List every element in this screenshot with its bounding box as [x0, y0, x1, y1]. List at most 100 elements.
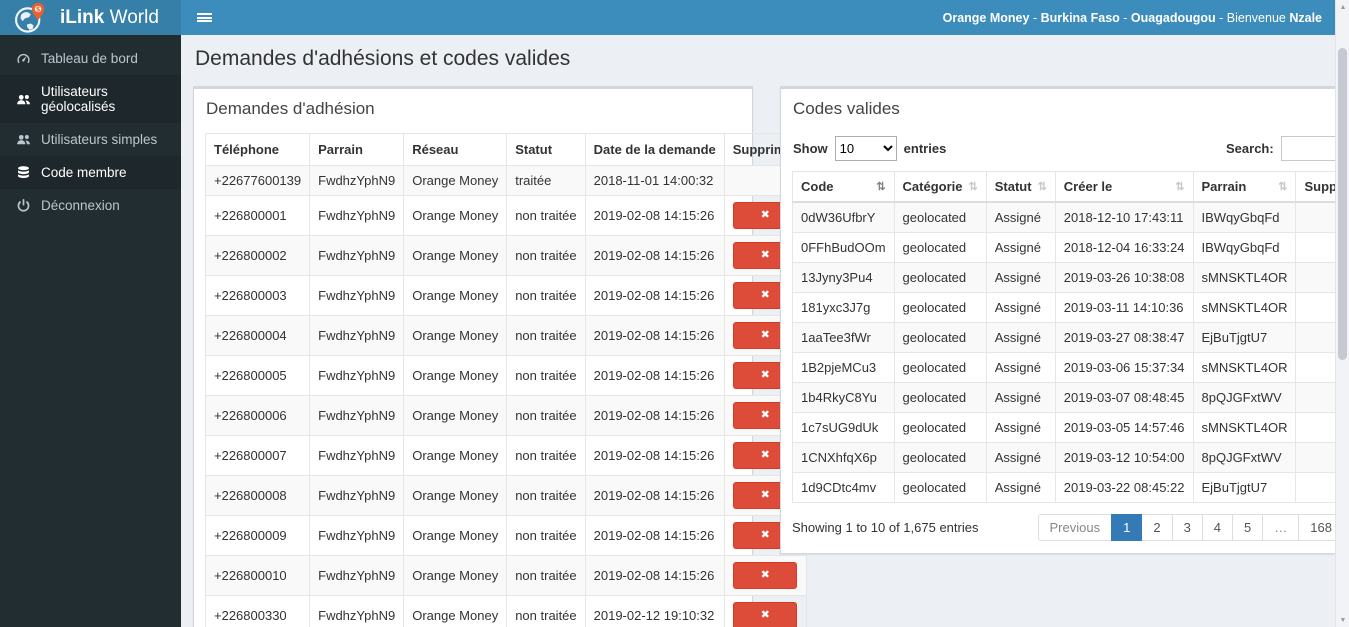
page-button-1[interactable]: 1 [1111, 514, 1143, 541]
network-cell: Orange Money [403, 435, 508, 476]
sidebar-item-label: Utilisateurs simples [41, 132, 158, 147]
category-cell: geolocated [893, 322, 987, 353]
entries-label: entries [903, 141, 947, 156]
status-cell: non traitée [506, 475, 586, 516]
main-content: Demandes d'adhésions et codes valides De… [181, 35, 1335, 627]
pagination: Previous 1 2 3 4 5 … 168 Next [1037, 514, 1335, 541]
delete-cell [1295, 382, 1335, 413]
table-row: +226800330 FwdhzYphN9 Orange Money non t… [204, 595, 807, 627]
x-icon: ✖ [760, 289, 770, 301]
parrain-cell: FwdhzYphN9 [309, 475, 405, 516]
category-cell: geolocated [893, 442, 987, 473]
code-cell: 0dW36UfbrY [792, 201, 895, 233]
parrain-cell: FwdhzYphN9 [309, 235, 405, 276]
code-cell: 13Jyny3Pu4 [792, 262, 895, 293]
column-header-created[interactable]: Créer le ⇅ [1054, 171, 1194, 203]
page-button-4[interactable]: 4 [1201, 514, 1234, 541]
network-cell: Orange Money [403, 275, 508, 316]
table-row: 1d9CDtc4mv geolocated Assigné 2019-03-22… [792, 472, 1335, 503]
category-cell: geolocated [893, 352, 987, 383]
brand-title: iLink World [60, 6, 159, 28]
delete-button[interactable]: ✖ [733, 562, 798, 589]
date-cell: 2019-02-08 14:15:26 [584, 515, 725, 556]
page-length-select[interactable]: 10 [834, 136, 897, 161]
created-cell: 2019-03-11 14:10:36 [1054, 292, 1194, 323]
code-cell: 1d9CDtc4mv [792, 472, 895, 503]
created-cell: 2019-03-06 15:37:34 [1054, 352, 1194, 383]
column-header-status[interactable]: Statut ⇅ [985, 171, 1056, 203]
status-cell: non traitée [506, 435, 586, 476]
globe-pin-logo-icon: $ [14, 2, 48, 35]
brand-link[interactable]: $ iLink World [0, 0, 181, 35]
page-button-168[interactable]: 168 [1298, 514, 1335, 541]
status-cell: traitée [506, 165, 586, 196]
scroll-up-icon[interactable]: ▲ [1336, 0, 1349, 14]
status-cell: Assigné [985, 412, 1056, 443]
table-row: +226800005 FwdhzYphN9 Orange Money non t… [204, 355, 807, 396]
delete-cell [1295, 442, 1335, 473]
date-cell: 2019-02-08 14:15:26 [584, 315, 725, 356]
status-cell: Assigné [985, 322, 1056, 353]
network-cell: Orange Money [403, 235, 508, 276]
status-cell: non traitée [506, 355, 586, 396]
delete-cell [1295, 201, 1335, 233]
scrollbar-track[interactable]: ▲ ▼ [1335, 0, 1349, 627]
category-cell: geolocated [893, 201, 987, 233]
parrain-cell: FwdhzYphN9 [309, 555, 405, 596]
status-cell: non traitée [506, 315, 586, 356]
table-row: +226800009 FwdhzYphN9 Orange Money non t… [204, 515, 807, 556]
column-header-delete[interactable]: Supprimer⇅ [1295, 171, 1335, 203]
scrollbar-thumb[interactable] [1338, 48, 1347, 360]
category-cell: geolocated [893, 262, 987, 293]
sidebar: Tableau de bord Utilisateurs géolocalisé… [0, 35, 181, 627]
parrain-cell: sMNSKTL4OR [1192, 412, 1297, 443]
page-button-3[interactable]: 3 [1171, 514, 1203, 541]
sidebar-item-simple-users[interactable]: Utilisateurs simples [0, 123, 181, 156]
sidebar-item-geolocated-users[interactable]: Utilisateurs géolocalisés [0, 75, 181, 123]
sidebar-item-member-code[interactable]: Code membre [0, 156, 181, 189]
hamburger-icon [197, 11, 212, 23]
table-row: +226800006 FwdhzYphN9 Orange Money non t… [204, 395, 807, 436]
delete-button[interactable]: ✖ [733, 602, 798, 627]
phone-cell: +226800004 [204, 315, 311, 356]
column-header-category[interactable]: Catégorie ⇅ [893, 171, 987, 203]
code-cell: 1CNXhfqX6p [792, 442, 895, 473]
phone-cell: +226800005 [204, 355, 311, 396]
delete-cell [1295, 412, 1335, 443]
network-cell: Orange Money [403, 475, 508, 516]
requests-panel-title: Demandes d'adhésion [206, 99, 375, 118]
category-cell: geolocated [893, 412, 987, 443]
sidebar-item-dashboard[interactable]: Tableau de bord [0, 42, 181, 75]
parrain-cell: EjBuTjgtU7 [1192, 472, 1297, 503]
delete-cell [1295, 292, 1335, 323]
users-icon [15, 132, 31, 147]
created-cell: 2018-12-04 16:33:24 [1054, 232, 1194, 263]
parrain-cell: FwdhzYphN9 [309, 515, 405, 556]
date-cell: 2019-02-08 14:15:26 [584, 475, 725, 516]
codes-panel: Codes valides Show 10 entries Search: Co… [780, 86, 1335, 554]
date-cell: 2019-02-08 14:15:26 [584, 275, 725, 316]
table-row: +22677600139 FwdhzYphN9 Orange Money tra… [204, 165, 807, 196]
phone-cell: +226800007 [204, 435, 311, 476]
table-row: 1c7sUG9dUk geolocated Assigné 2019-03-05… [792, 412, 1335, 443]
x-icon: ✖ [760, 209, 770, 221]
page-prev-button[interactable]: Previous [1037, 514, 1113, 541]
delete-cell [1295, 262, 1335, 293]
sidebar-item-label: Déconnexion [41, 198, 120, 213]
scroll-down-icon[interactable]: ▼ [1336, 613, 1349, 627]
sidebar-item-logout[interactable]: Déconnexion [0, 189, 181, 222]
parrain-cell: FwdhzYphN9 [309, 315, 405, 356]
column-header-code[interactable]: Code ⇅ [792, 171, 895, 203]
column-header-date: Date de la demande [584, 133, 725, 166]
search-input[interactable] [1280, 136, 1335, 161]
page-button-2[interactable]: 2 [1141, 514, 1173, 541]
x-icon: ✖ [760, 409, 770, 421]
page-button-5[interactable]: 5 [1232, 514, 1264, 541]
date-cell: 2019-02-08 14:15:26 [584, 355, 725, 396]
status-cell: Assigné [985, 352, 1056, 383]
phone-cell: +226800001 [204, 195, 311, 236]
table-row: 1CNXhfqX6p geolocated Assigné 2019-03-12… [792, 442, 1335, 473]
delete-cell [1295, 232, 1335, 263]
column-header-parrain[interactable]: Parrain ⇅ [1192, 171, 1297, 203]
hamburger-menu-button[interactable] [181, 0, 228, 35]
